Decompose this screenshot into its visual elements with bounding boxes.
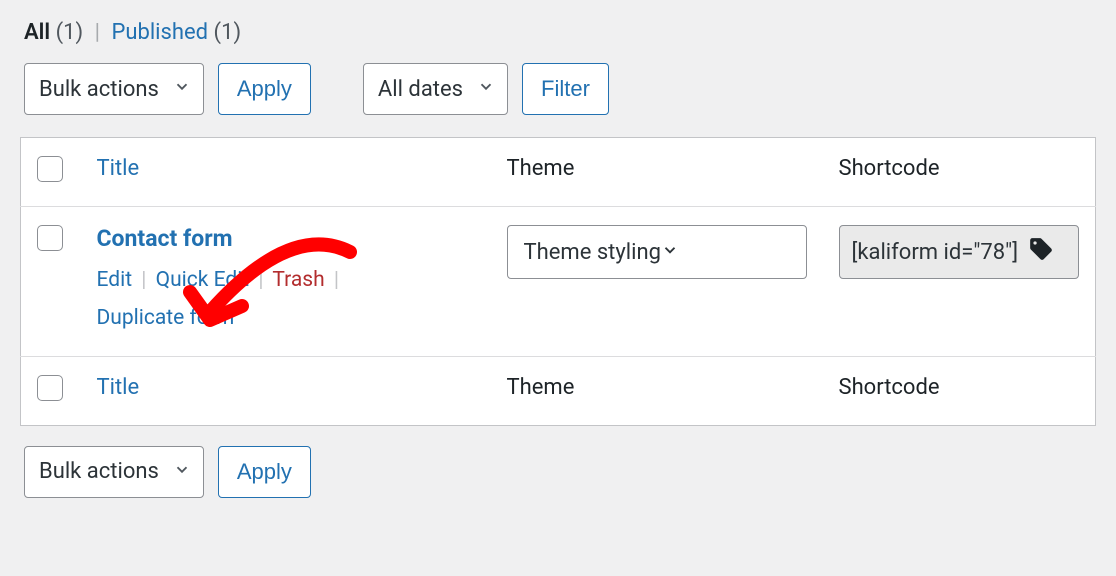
status-published-link[interactable]: Published (1) (111, 20, 241, 45)
row-checkbox[interactable] (37, 225, 63, 251)
select-all-footer (21, 356, 81, 425)
trash-link[interactable]: Trash (272, 268, 324, 292)
quick-edit-link[interactable]: Quick Edit (156, 268, 250, 292)
bulk-actions-label-bottom: Bulk actions (39, 459, 159, 484)
chevron-down-icon (173, 459, 191, 484)
column-title-footer[interactable]: Title (81, 356, 491, 425)
status-all-label: All (24, 20, 50, 45)
bulk-actions-label: Bulk actions (39, 77, 159, 102)
column-shortcode: Shortcode (823, 138, 1096, 207)
apply-bulk-button[interactable]: Apply (218, 63, 311, 115)
row-theme-cell: Theme styling (491, 207, 823, 357)
date-filter-select[interactable]: All dates (363, 63, 508, 115)
column-shortcode-footer: Shortcode (823, 356, 1096, 425)
row-title-cell: Contact form Edit | Quick Edit | Trash |… (81, 207, 491, 357)
chevron-down-icon (477, 77, 495, 102)
select-all-checkbox[interactable] (37, 156, 63, 182)
column-title[interactable]: Title (81, 138, 491, 207)
column-theme: Theme (491, 138, 823, 207)
status-published-count: (1) (214, 20, 242, 45)
chevron-down-icon (661, 240, 679, 265)
status-all-count: (1) (56, 20, 84, 45)
table-header-row: Title Theme Shortcode (21, 138, 1096, 207)
status-all-link[interactable]: All (1) (24, 20, 89, 45)
theme-select[interactable]: Theme styling (507, 225, 807, 279)
column-theme-footer: Theme (491, 356, 823, 425)
row-checkbox-cell (21, 207, 81, 357)
date-filter-label: All dates (378, 77, 463, 102)
select-all-header (21, 138, 81, 207)
chevron-down-icon (173, 77, 191, 102)
bulk-actions-select-bottom[interactable]: Bulk actions (24, 446, 204, 498)
table-footer-row: Title Theme Shortcode (21, 356, 1096, 425)
duplicate-form-link[interactable]: Duplicate form (97, 306, 235, 330)
select-all-checkbox-footer[interactable] (37, 375, 63, 401)
row-actions: Edit | Quick Edit | Trash | Duplicate fo… (97, 262, 475, 338)
tag-icon (1028, 236, 1054, 268)
top-actions-row: Bulk actions Apply All dates Filter (24, 63, 1096, 115)
form-title-link[interactable]: Contact form (97, 225, 233, 252)
apply-bulk-button-bottom[interactable]: Apply (218, 446, 311, 498)
filter-button[interactable]: Filter (522, 63, 609, 115)
bulk-actions-select[interactable]: Bulk actions (24, 63, 204, 115)
shortcode-copy-box[interactable]: [kaliform id="78"] (839, 225, 1080, 279)
shortcode-value: [kaliform id="78"] (852, 240, 1019, 265)
status-published-label: Published (111, 20, 208, 45)
bottom-actions-row: Bulk actions Apply (24, 446, 1096, 498)
theme-select-value: Theme styling (524, 240, 662, 265)
status-filter-links: All (1) | Published (1) (20, 20, 1096, 45)
table-row: Contact form Edit | Quick Edit | Trash |… (21, 207, 1096, 357)
edit-link[interactable]: Edit (97, 268, 133, 292)
forms-table: Title Theme Shortcode Contact form Edit … (20, 137, 1096, 426)
row-shortcode-cell: [kaliform id="78"] (823, 207, 1096, 357)
status-separator: | (95, 20, 100, 45)
